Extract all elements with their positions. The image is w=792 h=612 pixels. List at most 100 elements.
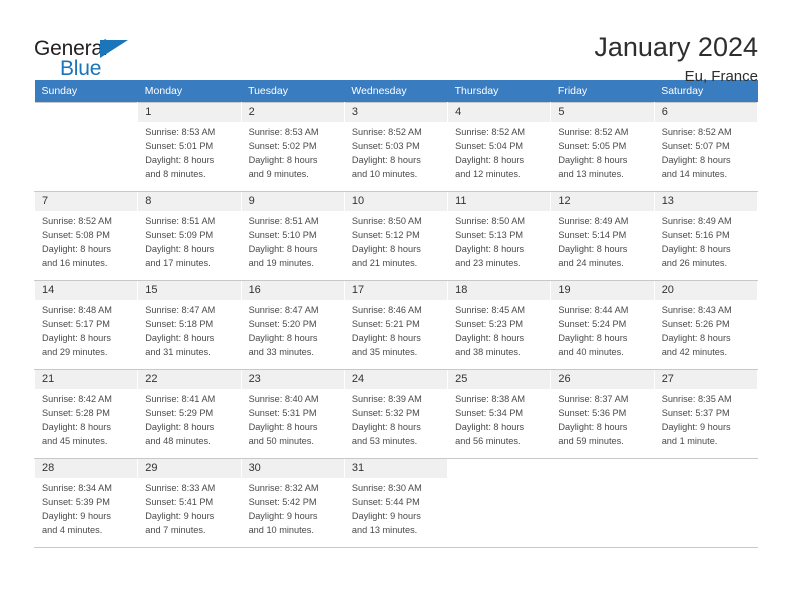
daylight-text-line2: and 7 minutes.	[145, 525, 206, 536]
sunset-text: Sunset: 5:12 PM	[351, 230, 420, 241]
day-cell[interactable]: 16 Sunrise: 8:47 AM Sunset: 5:20 PM Dayl…	[240, 280, 345, 370]
daylight-text-line1: Daylight: 8 hours	[455, 244, 525, 255]
day-info: Sunrise: 8:47 AM Sunset: 5:20 PM Dayligh…	[249, 300, 338, 359]
day-info: Sunrise: 8:44 AM Sunset: 5:24 PM Dayligh…	[558, 300, 647, 359]
day-cell[interactable]: 24 Sunrise: 8:39 AM Sunset: 5:32 PM Dayl…	[343, 369, 449, 459]
day-cell[interactable]: 19 Sunrise: 8:44 AM Sunset: 5:24 PM Dayl…	[550, 280, 655, 370]
daylight-text-line2: and 12 minutes.	[455, 169, 521, 180]
day-cell[interactable]: 7 Sunrise: 8:52 AM Sunset: 5:08 PM Dayli…	[33, 191, 139, 281]
daylight-text-line2: and 17 minutes.	[145, 258, 211, 269]
daylight-text-line2: and 31 minutes.	[145, 347, 211, 358]
sunset-text: Sunset: 5:37 PM	[661, 408, 730, 419]
sunset-text: Sunset: 5:05 PM	[558, 141, 627, 152]
daylight-text-line1: Daylight: 8 hours	[558, 155, 628, 166]
sunrise-sunset-calendar-table: Sunday Monday Tuesday Wednesday Thursday…	[33, 80, 759, 548]
daylight-text-line1: Daylight: 8 hours	[42, 422, 111, 433]
day-cell[interactable]: 3 Sunrise: 8:52 AM Sunset: 5:03 PM Dayli…	[343, 102, 449, 192]
sunrise-text: Sunrise: 8:52 AM	[455, 127, 526, 138]
sunrise-text: Sunrise: 8:53 AM	[248, 127, 319, 138]
day-cell[interactable]: 21 Sunrise: 8:42 AM Sunset: 5:28 PM Dayl…	[33, 369, 139, 459]
sunrise-text: Sunrise: 8:43 AM	[661, 305, 732, 316]
daylight-text-line1: Daylight: 8 hours	[661, 244, 731, 255]
day-cell[interactable]: 31 Sunrise: 8:30 AM Sunset: 5:44 PM Dayl…	[343, 458, 449, 548]
day-cell[interactable]: 6 Sunrise: 8:52 AM Sunset: 5:07 PM Dayli…	[653, 102, 759, 192]
daylight-text-line2: and 35 minutes.	[351, 347, 418, 358]
day-info: Sunrise: 8:52 AM Sunset: 5:03 PM Dayligh…	[352, 122, 441, 181]
daylight-text-line2: and 50 minutes.	[248, 436, 314, 447]
day-cell[interactable]: 1 Sunrise: 8:53 AM Sunset: 5:01 PM Dayli…	[137, 102, 242, 192]
sunset-text: Sunset: 5:02 PM	[248, 141, 317, 152]
daylight-text-line2: and 13 minutes.	[351, 525, 418, 536]
day-cell[interactable]: 12 Sunrise: 8:49 AM Sunset: 5:14 PM Dayl…	[550, 191, 655, 281]
daylight-text-line1: Daylight: 9 hours	[248, 511, 318, 522]
sunrise-text: Sunrise: 8:37 AM	[558, 394, 629, 405]
sunrise-text: Sunrise: 8:51 AM	[145, 216, 216, 227]
sunset-text: Sunset: 5:31 PM	[248, 408, 317, 419]
day-cell[interactable]: 11 Sunrise: 8:50 AM Sunset: 5:13 PM Dayl…	[447, 191, 552, 281]
day-cell[interactable]: 28 Sunrise: 8:34 AM Sunset: 5:39 PM Dayl…	[33, 458, 139, 548]
day-number: 1	[138, 103, 241, 123]
day-cell[interactable]: 15 Sunrise: 8:47 AM Sunset: 5:18 PM Dayl…	[137, 280, 242, 370]
day-number: 14	[35, 281, 138, 301]
day-cell[interactable]: 20 Sunrise: 8:43 AM Sunset: 5:26 PM Dayl…	[653, 280, 759, 370]
day-cell[interactable]: 26 Sunrise: 8:37 AM Sunset: 5:36 PM Dayl…	[550, 369, 655, 459]
day-cell[interactable]: 13 Sunrise: 8:49 AM Sunset: 5:16 PM Dayl…	[653, 191, 759, 281]
day-number: 4	[448, 103, 551, 123]
day-number: 21	[35, 370, 138, 390]
day-cell[interactable]: 22 Sunrise: 8:41 AM Sunset: 5:29 PM Dayl…	[137, 369, 242, 459]
day-info: Sunrise: 8:35 AM Sunset: 5:37 PM Dayligh…	[662, 389, 751, 448]
day-cell[interactable]: 9 Sunrise: 8:51 AM Sunset: 5:10 PM Dayli…	[240, 191, 345, 281]
day-info: Sunrise: 8:50 AM Sunset: 5:12 PM Dayligh…	[352, 211, 441, 270]
sunset-text: Sunset: 5:13 PM	[455, 230, 524, 241]
weekday-header-monday: Monday	[137, 80, 242, 103]
daylight-text-line2: and 53 minutes.	[351, 436, 418, 447]
general-blue-logo[interactable]: General Blue	[34, 30, 154, 82]
weekday-header-sunday: Sunday	[34, 80, 138, 103]
daylight-text-line2: and 21 minutes.	[351, 258, 418, 269]
day-cell[interactable]: 29 Sunrise: 8:33 AM Sunset: 5:41 PM Dayl…	[137, 458, 242, 548]
day-info: Sunrise: 8:32 AM Sunset: 5:42 PM Dayligh…	[249, 478, 338, 537]
day-cell[interactable]: 14 Sunrise: 8:48 AM Sunset: 5:17 PM Dayl…	[33, 280, 139, 370]
day-info: Sunrise: 8:46 AM Sunset: 5:21 PM Dayligh…	[352, 300, 441, 359]
day-info: Sunrise: 8:39 AM Sunset: 5:32 PM Dayligh…	[352, 389, 441, 448]
daylight-text-line1: Daylight: 8 hours	[661, 155, 731, 166]
sunrise-text: Sunrise: 8:49 AM	[558, 216, 629, 227]
day-cell[interactable]: 25 Sunrise: 8:38 AM Sunset: 5:34 PM Dayl…	[447, 369, 552, 459]
day-number: 12	[551, 192, 654, 212]
day-cell[interactable]: 18 Sunrise: 8:45 AM Sunset: 5:23 PM Dayl…	[447, 280, 552, 370]
day-cell[interactable]: 17 Sunrise: 8:46 AM Sunset: 5:21 PM Dayl…	[343, 280, 449, 370]
calendar-week-row: 1 Sunrise: 8:53 AM Sunset: 5:01 PM Dayli…	[33, 102, 759, 192]
daylight-text-line1: Daylight: 8 hours	[455, 155, 525, 166]
sunset-text: Sunset: 5:26 PM	[661, 319, 730, 330]
day-number: 16	[241, 281, 344, 301]
day-cell[interactable]: 8 Sunrise: 8:51 AM Sunset: 5:09 PM Dayli…	[137, 191, 242, 281]
day-cell[interactable]: 23 Sunrise: 8:40 AM Sunset: 5:31 PM Dayl…	[240, 369, 345, 459]
day-cell[interactable]: 4 Sunrise: 8:52 AM Sunset: 5:04 PM Dayli…	[447, 102, 552, 192]
day-cell[interactable]: 30 Sunrise: 8:32 AM Sunset: 5:42 PM Dayl…	[240, 458, 345, 548]
day-info: Sunrise: 8:40 AM Sunset: 5:31 PM Dayligh…	[249, 389, 338, 448]
daylight-text-line1: Daylight: 8 hours	[558, 244, 628, 255]
sunset-text: Sunset: 5:32 PM	[351, 408, 420, 419]
day-cell[interactable]: 2 Sunrise: 8:53 AM Sunset: 5:02 PM Dayli…	[240, 102, 345, 192]
daylight-text-line2: and 59 minutes.	[558, 436, 624, 447]
day-info: Sunrise: 8:43 AM Sunset: 5:26 PM Dayligh…	[662, 300, 751, 359]
daylight-text-line2: and 40 minutes.	[558, 347, 624, 358]
day-info: Sunrise: 8:48 AM Sunset: 5:17 PM Dayligh…	[42, 300, 131, 359]
day-number: 19	[551, 281, 654, 301]
sunrise-text: Sunrise: 8:49 AM	[661, 216, 732, 227]
day-cell[interactable]: 10 Sunrise: 8:50 AM Sunset: 5:12 PM Dayl…	[343, 191, 449, 281]
calendar-week-row: 14 Sunrise: 8:48 AM Sunset: 5:17 PM Dayl…	[33, 280, 759, 370]
weekday-header-tuesday: Tuesday	[241, 80, 345, 103]
day-number: 13	[654, 192, 757, 212]
daylight-text-line1: Daylight: 8 hours	[248, 155, 318, 166]
weekday-header-wednesday: Wednesday	[344, 80, 448, 103]
day-cell[interactable]: 27 Sunrise: 8:35 AM Sunset: 5:37 PM Dayl…	[653, 369, 759, 459]
daylight-text-line1: Daylight: 9 hours	[42, 511, 111, 522]
day-cell[interactable]: 5 Sunrise: 8:52 AM Sunset: 5:05 PM Dayli…	[550, 102, 655, 192]
daylight-text-line1: Daylight: 9 hours	[661, 422, 731, 433]
sunset-text: Sunset: 5:28 PM	[42, 408, 110, 419]
sunrise-text: Sunrise: 8:48 AM	[42, 305, 112, 316]
daylight-text-line2: and 9 minutes.	[248, 169, 309, 180]
day-info: Sunrise: 8:30 AM Sunset: 5:44 PM Dayligh…	[352, 478, 441, 537]
daylight-text-line1: Daylight: 8 hours	[42, 333, 111, 344]
